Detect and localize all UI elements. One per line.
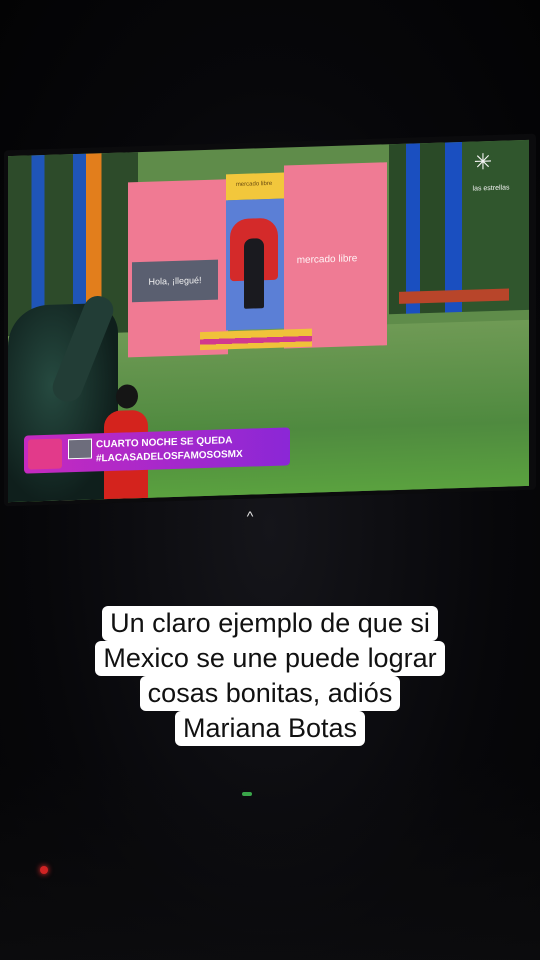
caption-line-4: Mariana Botas — [174, 711, 366, 746]
floor-shadow — [0, 760, 540, 960]
star-icon: ✳ — [473, 148, 493, 175]
caption-line-2: Mexico se une puede lograr — [95, 641, 445, 676]
green-led-light — [242, 792, 252, 796]
caption-overlay: Un claro ejemplo de que si Mexico se une… — [30, 606, 510, 746]
chevron-up-icon[interactable]: ^ — [240, 508, 260, 524]
door-top-sign: mercado libre — [226, 172, 284, 201]
person-in-doorway — [244, 238, 264, 309]
brand-small-label: mercado libre — [235, 180, 273, 189]
welcome-sign: Hola, ¡llegué! — [132, 259, 218, 303]
caption-line-3: cosas bonitas, adiós — [139, 676, 401, 711]
show-logo-icon — [28, 438, 62, 470]
banner-hashtag: #LACASADELOSFAMOSOSMX — [96, 448, 243, 465]
brand-logo-text: mercado libre — [296, 253, 358, 267]
caption-line-1: Un claro ejemplo de que si — [102, 606, 438, 641]
banner-thumbnail — [68, 438, 92, 460]
red-led-light — [40, 866, 48, 874]
banner-line-1: CUARTO NOCHE SE QUEDA — [96, 435, 233, 451]
entrance-steps — [200, 328, 312, 351]
tv-screen: mercado libre Hola, ¡llegué! mercado lib… — [8, 139, 529, 503]
